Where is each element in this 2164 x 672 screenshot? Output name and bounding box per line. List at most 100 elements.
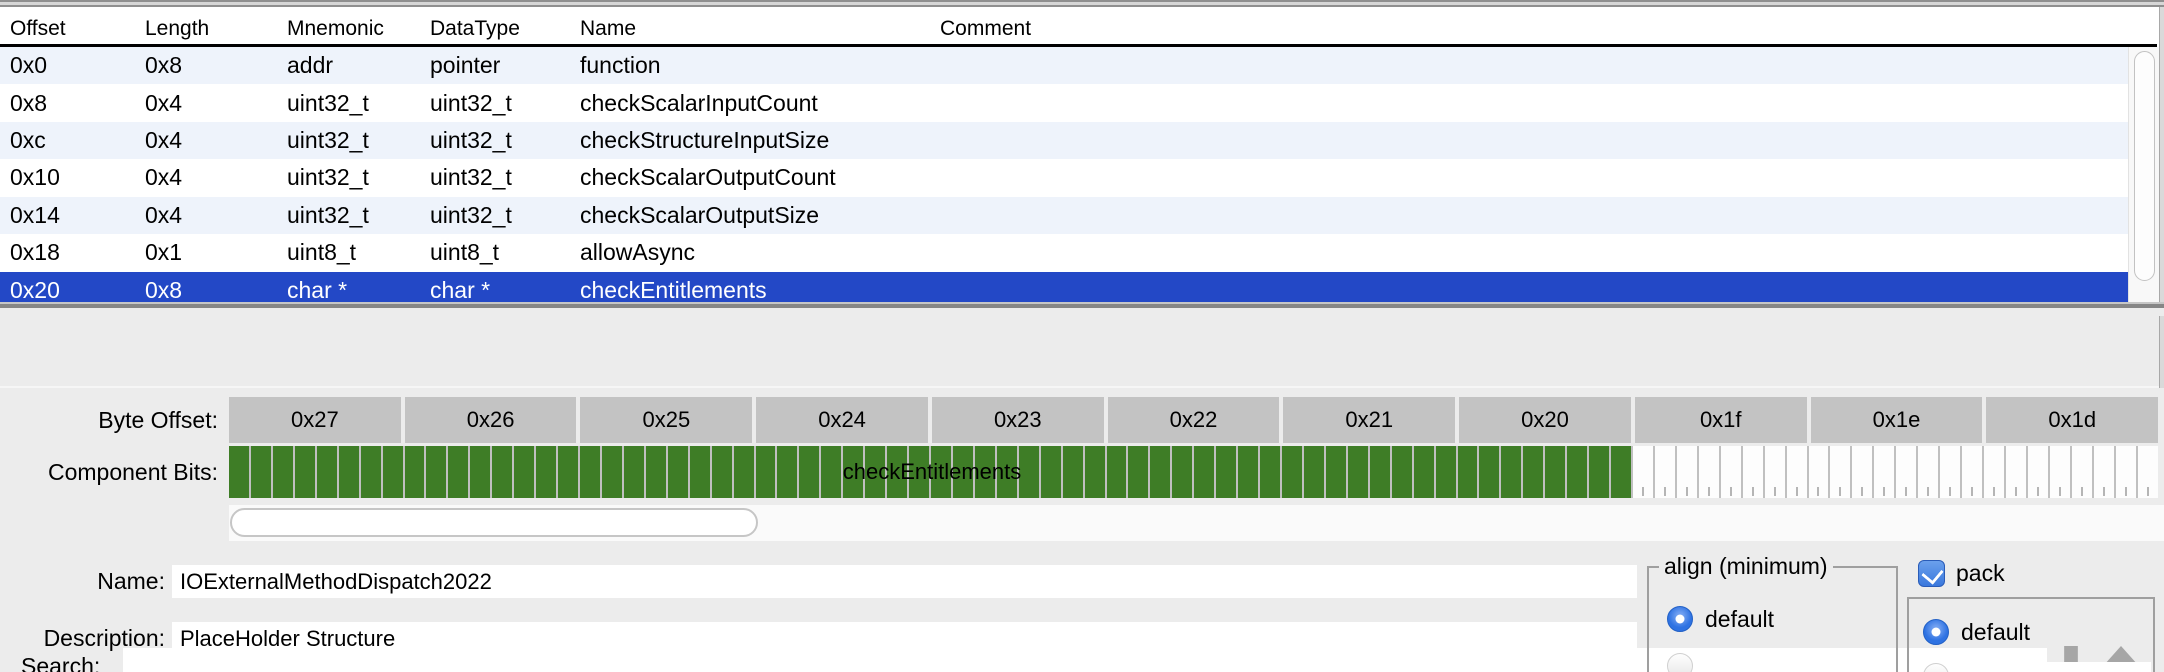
table-row-0x14[interactable]: 0x140x4uint32_tuint32_tcheckScalarOutput…: [0, 197, 2128, 234]
bit-cell-empty[interactable]: [2028, 446, 2048, 498]
bit-cell-empty[interactable]: [1787, 446, 1807, 498]
bit-cell-filled[interactable]: [536, 446, 556, 498]
bit-cell-empty[interactable]: [1852, 446, 1872, 498]
bit-cell-filled[interactable]: [1436, 446, 1456, 498]
bit-cell-filled[interactable]: [821, 446, 841, 498]
pack-value-field[interactable]: [1966, 662, 2151, 672]
bit-cell-filled[interactable]: [339, 446, 359, 498]
bit-cell-filled[interactable]: [799, 446, 819, 498]
align-radio-default[interactable]: [1667, 606, 1693, 632]
align-radio-custom[interactable]: [1667, 653, 1693, 672]
bit-cell-empty[interactable]: [1874, 446, 1894, 498]
bit-cell-empty[interactable]: [1655, 446, 1675, 498]
bits-horizontal-scrollbar[interactable]: [229, 505, 2164, 541]
bit-cell-empty[interactable]: [2050, 446, 2070, 498]
bit-cell-empty[interactable]: [1743, 446, 1763, 498]
bit-cell-filled[interactable]: [712, 446, 732, 498]
bit-cell-filled[interactable]: [1019, 446, 1039, 498]
bit-cell-filled[interactable]: [1216, 446, 1236, 498]
bit-cell-filled[interactable]: [997, 446, 1017, 498]
bit-cell-filled[interactable]: [448, 446, 468, 498]
bit-cell-filled[interactable]: [295, 446, 315, 498]
bit-cell-filled[interactable]: [1304, 446, 1324, 498]
bit-cell-empty[interactable]: [1940, 446, 1960, 498]
bit-cell-filled[interactable]: [975, 446, 995, 498]
bit-cell-empty[interactable]: [1918, 446, 1938, 498]
bit-cell-filled[interactable]: [317, 446, 337, 498]
bit-cell-filled[interactable]: [734, 446, 754, 498]
column-header-datatype[interactable]: DataType: [420, 17, 570, 41]
bit-cell-filled[interactable]: [1567, 446, 1587, 498]
bit-cell-empty[interactable]: [2116, 446, 2136, 498]
top-splitter-handle[interactable]: [0, 0, 2164, 7]
bit-cell-filled[interactable]: [1523, 446, 1543, 498]
bit-cell-filled[interactable]: [273, 446, 293, 498]
bit-cell-filled[interactable]: [887, 446, 907, 498]
bit-cell-filled[interactable]: [1458, 446, 1478, 498]
bit-cell-empty[interactable]: [1765, 446, 1785, 498]
bit-cell-filled[interactable]: [405, 446, 425, 498]
bit-cell-filled[interactable]: [492, 446, 512, 498]
bit-cell-filled[interactable]: [1194, 446, 1214, 498]
middle-splitter-handle[interactable]: [0, 302, 2164, 316]
bit-cell-filled[interactable]: [931, 446, 951, 498]
bit-cell-filled[interactable]: [383, 446, 403, 498]
bit-cell-filled[interactable]: [1392, 446, 1412, 498]
bit-cell-filled[interactable]: [1545, 446, 1565, 498]
bit-cell-filled[interactable]: [1238, 446, 1258, 498]
bit-cell-filled[interactable]: [1085, 446, 1105, 498]
bit-cell-filled[interactable]: [777, 446, 797, 498]
bit-cell-empty[interactable]: [2072, 446, 2092, 498]
bit-cell-filled[interactable]: [1501, 446, 1521, 498]
bit-cell-filled[interactable]: [843, 446, 863, 498]
bit-cell-filled[interactable]: [470, 446, 490, 498]
table-row-0xc[interactable]: 0xc0x4uint32_tuint32_tcheckStructureInpu…: [0, 122, 2128, 159]
bit-cell-filled[interactable]: [1063, 446, 1083, 498]
bit-cell-filled[interactable]: [251, 446, 271, 498]
column-header-mnemonic[interactable]: Mnemonic: [277, 17, 420, 41]
column-header-length[interactable]: Length: [135, 17, 277, 41]
bit-cell-empty[interactable]: [1721, 446, 1741, 498]
bit-cell-filled[interactable]: [1479, 446, 1499, 498]
bit-cell-filled[interactable]: [229, 446, 249, 498]
horizontal-scrollbar-thumb[interactable]: [230, 508, 758, 537]
pack-checkbox[interactable]: [1918, 560, 1945, 587]
bit-cell-filled[interactable]: [580, 446, 600, 498]
bit-cell-empty[interactable]: [1699, 446, 1719, 498]
bit-cell-filled[interactable]: [646, 446, 666, 498]
bit-cell-empty[interactable]: [1809, 446, 1829, 498]
bit-cell-filled[interactable]: [1107, 446, 1127, 498]
table-row-0x10[interactable]: 0x100x4uint32_tuint32_tcheckScalarOutput…: [0, 159, 2128, 196]
description-field[interactable]: [172, 622, 1637, 655]
bit-cell-filled[interactable]: [1370, 446, 1390, 498]
column-header-offset[interactable]: Offset: [0, 17, 135, 41]
bit-cell-filled[interactable]: [1282, 446, 1302, 498]
bit-cell-empty[interactable]: [1896, 446, 1916, 498]
bit-cell-filled[interactable]: [624, 446, 644, 498]
bit-cell-filled[interactable]: [756, 446, 776, 498]
bit-cell-empty[interactable]: [2138, 446, 2158, 498]
table-row-0x0[interactable]: 0x00x8addrpointerfunction: [0, 47, 2128, 84]
bit-cell-filled[interactable]: [1041, 446, 1061, 498]
column-header-name[interactable]: Name: [570, 17, 930, 41]
bit-cell-filled[interactable]: [1172, 446, 1192, 498]
bit-cell-filled[interactable]: [668, 446, 688, 498]
name-field[interactable]: [172, 565, 1637, 598]
align-value-field[interactable]: [1708, 650, 1892, 672]
table-vertical-scrollbar[interactable]: [2128, 47, 2159, 309]
bit-cell-filled[interactable]: [426, 446, 446, 498]
vertical-scrollbar-thumb[interactable]: [2134, 51, 2155, 281]
bit-cell-empty[interactable]: [1984, 446, 2004, 498]
bit-cell-filled[interactable]: [1589, 446, 1609, 498]
bit-cell-empty[interactable]: [1962, 446, 1982, 498]
bit-cell-filled[interactable]: [361, 446, 381, 498]
bit-cell-filled[interactable]: [953, 446, 973, 498]
bit-cell-filled[interactable]: [1326, 446, 1346, 498]
pack-radio-default[interactable]: [1923, 619, 1949, 645]
bit-cell-empty[interactable]: [1633, 446, 1653, 498]
bit-cell-empty[interactable]: [2006, 446, 2026, 498]
bit-cell-filled[interactable]: [602, 446, 622, 498]
bit-cell-filled[interactable]: [1150, 446, 1170, 498]
bit-cell-filled[interactable]: [865, 446, 885, 498]
bit-cell-empty[interactable]: [1830, 446, 1850, 498]
